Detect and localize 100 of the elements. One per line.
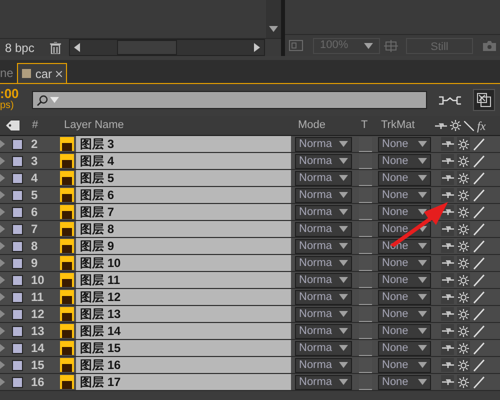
mode-dropdown[interactable]: Norma [295, 358, 352, 372]
transparency-checkbox[interactable] [359, 238, 372, 254]
transparency-checkbox[interactable] [359, 136, 372, 152]
collapse-switch[interactable] [457, 290, 470, 304]
quality-switch-icon[interactable] [473, 206, 485, 218]
mode-dropdown[interactable]: Norma [295, 204, 352, 220]
layer-name-cell[interactable]: 图层 13 [76, 306, 291, 322]
shy-switch[interactable] [441, 307, 454, 321]
layer-name-cell[interactable]: 图层 11 [76, 272, 291, 288]
mode-dropdown[interactable]: Norma [295, 222, 352, 236]
layer-name-cell[interactable]: 图层 9 [76, 238, 291, 254]
label-color-swatch[interactable] [12, 376, 23, 388]
transparency-checkbox[interactable] [359, 290, 372, 304]
label-color-swatch[interactable] [12, 308, 23, 320]
vertical-scrollbar[interactable] [266, 0, 281, 38]
trkmat-dropdown[interactable]: None [378, 204, 431, 220]
shy-switch[interactable] [441, 154, 454, 168]
layer-name-cell[interactable]: 图层 10 [76, 255, 291, 271]
label-color-swatch[interactable] [12, 206, 23, 218]
collapse-switch[interactable] [457, 188, 470, 202]
trkmat-column-header[interactable]: TrkMat [381, 117, 435, 134]
trash-icon[interactable] [50, 42, 62, 54]
trkmat-dropdown[interactable]: None [378, 324, 431, 338]
quality-switch-icon[interactable] [473, 188, 485, 202]
bit-depth-label[interactable]: 8 bpc [5, 38, 34, 56]
shy-switch[interactable] [441, 239, 454, 253]
collapse-switch[interactable] [457, 171, 470, 185]
label-color-swatch[interactable] [12, 360, 23, 370]
shy-switch[interactable] [441, 358, 454, 372]
mode-dropdown[interactable]: Norma [295, 238, 352, 254]
trkmat-dropdown[interactable]: None [378, 154, 431, 168]
number-column-header[interactable]: # [32, 117, 60, 134]
mode-dropdown[interactable]: Norma [295, 306, 352, 322]
horizontal-scrollbar[interactable] [69, 39, 266, 56]
quality-switch-icon[interactable] [473, 342, 485, 354]
layer-name-column-header[interactable]: Layer Name [64, 117, 298, 134]
expand-arrow-icon[interactable] [0, 361, 5, 369]
shy-switch[interactable] [441, 256, 454, 270]
quality-switch-icon[interactable] [473, 274, 485, 286]
transparency-checkbox[interactable] [359, 306, 372, 322]
transparency-checkbox[interactable] [359, 340, 372, 356]
shy-switch[interactable] [441, 171, 454, 185]
quality-switch-icon[interactable] [473, 324, 485, 338]
transparency-checkbox[interactable] [359, 324, 372, 338]
scroll-right-arrow-icon[interactable] [254, 43, 260, 52]
quality-switch-icon[interactable] [473, 154, 485, 168]
transparency-checkbox[interactable] [359, 374, 372, 390]
expand-arrow-icon[interactable] [0, 174, 5, 182]
expand-arrow-icon[interactable] [0, 191, 5, 199]
expand-arrow-icon[interactable] [0, 276, 5, 284]
label-color-swatch[interactable] [12, 326, 23, 336]
layer-name-cell[interactable]: 图层 14 [76, 323, 291, 339]
label-color-swatch[interactable] [12, 258, 23, 268]
transparency-checkbox[interactable] [359, 256, 372, 270]
comp-mini-flowchart-button[interactable] [473, 89, 495, 111]
collapse-switch[interactable] [457, 205, 470, 219]
quality-switch-icon[interactable] [473, 308, 485, 320]
collapse-switch[interactable] [457, 273, 470, 287]
layer-name-cell[interactable]: 图层 6 [76, 187, 291, 203]
shy-switch[interactable] [441, 188, 454, 202]
transparency-checkbox[interactable] [359, 358, 372, 372]
shy-switch[interactable] [441, 341, 454, 355]
label-color-swatch[interactable] [12, 190, 23, 200]
scrollbar-thumb[interactable] [117, 40, 178, 55]
trkmat-dropdown[interactable]: None [378, 306, 431, 322]
quality-switch-icon[interactable] [473, 358, 485, 372]
transparency-checkbox[interactable] [359, 272, 372, 288]
collapse-switch[interactable] [457, 375, 470, 389]
collapse-switch[interactable] [457, 256, 470, 270]
collapse-switch[interactable] [457, 324, 470, 338]
mode-dropdown[interactable]: Norma [295, 188, 352, 202]
layer-name-cell[interactable]: 图层 16 [76, 357, 291, 373]
mode-dropdown[interactable]: Norma [295, 272, 352, 288]
shy-switch[interactable] [441, 290, 454, 304]
mode-dropdown[interactable]: Norma [295, 170, 352, 186]
mode-dropdown[interactable]: Norma [295, 256, 352, 270]
trkmat-dropdown[interactable]: None [378, 272, 431, 288]
transparency-checkbox[interactable] [359, 170, 372, 186]
mode-dropdown[interactable]: Norma [295, 154, 352, 168]
expand-arrow-icon[interactable] [0, 327, 5, 335]
timecode[interactable]: :00 [0, 88, 30, 100]
trkmat-dropdown[interactable]: None [378, 256, 431, 270]
layer-name-cell[interactable]: 图层 5 [76, 170, 291, 186]
expand-arrow-icon[interactable] [0, 157, 5, 165]
quality-switch-icon[interactable] [473, 256, 485, 270]
collapse-switch[interactable] [457, 239, 470, 253]
graph-connect-icon[interactable] [439, 94, 461, 106]
expand-arrow-icon[interactable] [0, 344, 5, 352]
transparency-checkbox[interactable] [359, 188, 372, 202]
shy-switch[interactable] [441, 137, 454, 151]
composition-tab[interactable]: car [17, 63, 68, 83]
trkmat-dropdown[interactable]: None [378, 340, 431, 356]
transparency-checkbox[interactable] [359, 204, 372, 220]
mode-dropdown[interactable]: Norma [295, 374, 352, 390]
trkmat-dropdown[interactable]: None [378, 374, 431, 390]
expand-arrow-icon[interactable] [0, 225, 5, 233]
fx-column-header[interactable]: fx [477, 116, 486, 134]
label-color-swatch[interactable] [12, 138, 23, 150]
quality-switch-icon[interactable] [473, 222, 485, 236]
layer-name-cell[interactable]: 图层 15 [76, 340, 291, 356]
